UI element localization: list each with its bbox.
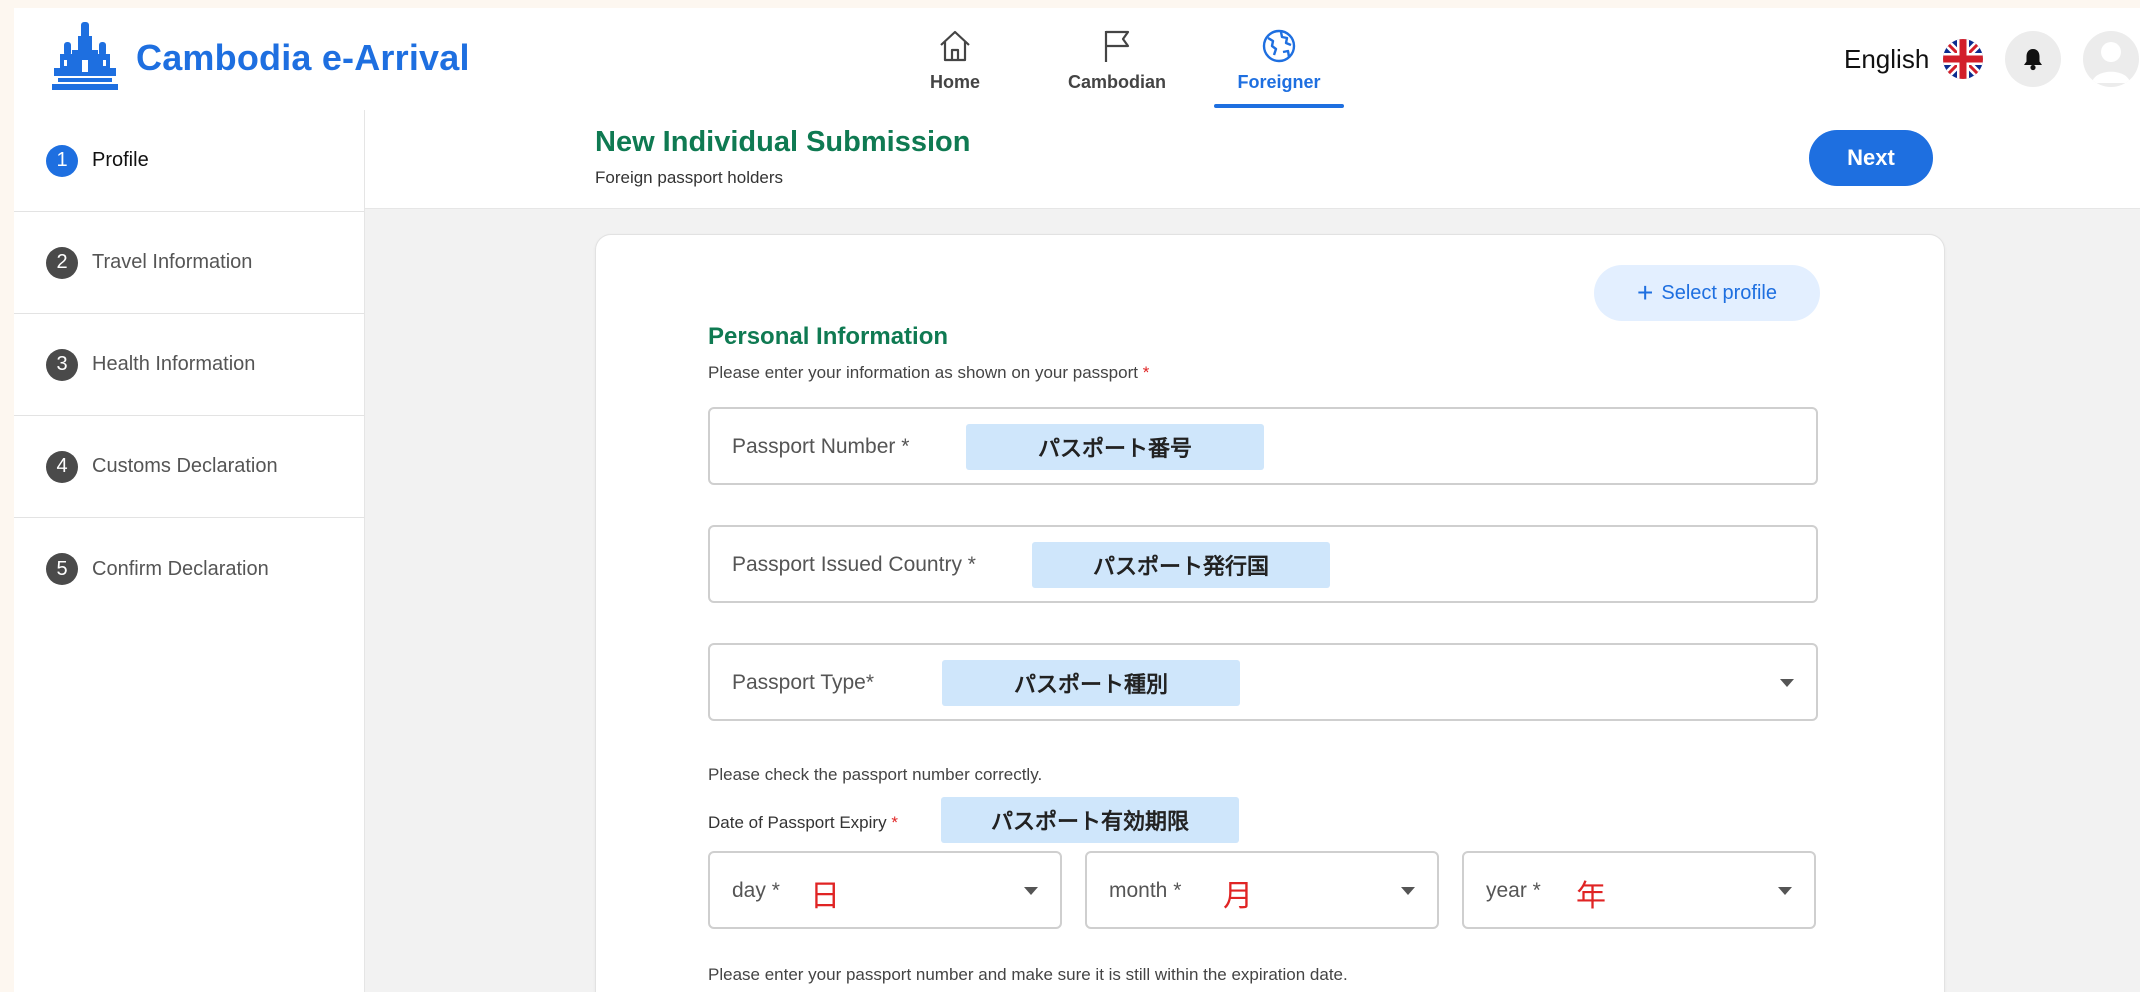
section-note-text: Please enter your information as shown o…: [708, 363, 1138, 382]
bell-icon: [2024, 49, 2043, 71]
step-label: Profile: [92, 149, 149, 171]
language-selector[interactable]: English: [1844, 44, 1929, 75]
passport-number-annotation: パスポート番号: [966, 424, 1264, 470]
header-actions: English: [1844, 8, 2140, 110]
passport-type-select[interactable]: Passport Type* パスポート種別: [708, 643, 1818, 721]
chevron-down-icon: [1401, 887, 1415, 895]
user-silhouette-icon: [2092, 42, 2131, 83]
passport-number-field[interactable]: Passport Number * パスポート番号: [708, 407, 1818, 485]
step-number: 1: [46, 144, 78, 177]
globe-icon: [1262, 29, 1296, 62]
expiry-year-select[interactable]: year * 年: [1462, 851, 1816, 929]
month-annotation: 月: [1223, 880, 1253, 913]
day-annotation: 日: [810, 880, 840, 913]
chevron-down-icon: [1778, 887, 1792, 895]
page-subtitle: Foreign passport holders: [595, 168, 784, 187]
passport-type-annotation: パスポート種別: [942, 660, 1240, 706]
step-number: 4: [46, 450, 78, 483]
user-avatar[interactable]: [2083, 31, 2140, 87]
day-label: day *: [732, 879, 780, 902]
home-icon: [940, 30, 970, 61]
expiry-label-text: Date of Passport Expiry: [708, 813, 887, 832]
expiry-label: Date of Passport Expiry *: [708, 813, 898, 833]
step-label: Confirm Declaration: [92, 557, 269, 580]
page-title: New Individual Submission: [595, 126, 971, 158]
nav-home-label: Home: [929, 71, 980, 92]
step-customs-declaration[interactable]: 4 Customs Declaration: [14, 416, 364, 518]
step-label: Customs Declaration: [92, 455, 278, 477]
passport-check-hint: Please check the passport number correct…: [708, 765, 1043, 784]
next-button[interactable]: Next: [1809, 130, 1933, 186]
year-annotation: 年: [1576, 880, 1606, 913]
main-nav: Home Cambodian Foreigner: [874, 8, 1360, 110]
nav-cambodian-label: Cambodian: [1067, 71, 1166, 92]
step-confirm-declaration[interactable]: 5 Confirm Declaration: [14, 518, 364, 620]
passport-type-label: Passport Type*: [732, 671, 875, 694]
select-profile-button[interactable]: + Select profile: [1594, 265, 1820, 321]
angkor-wat-logo: [52, 22, 118, 90]
chevron-down-icon: [1024, 887, 1038, 895]
step-number: 3: [46, 348, 78, 381]
nav-cambodian[interactable]: Cambodian: [1036, 8, 1198, 110]
nav-foreigner[interactable]: Foreigner: [1198, 8, 1360, 110]
step-travel-information[interactable]: 2 Travel Information: [14, 212, 364, 314]
chevron-down-icon: [1780, 679, 1794, 687]
brand-title: Cambodia e-Arrival: [136, 37, 470, 78]
section-title: Personal Information: [708, 323, 949, 350]
expiry-hint: Please enter your passport number and ma…: [708, 965, 1348, 984]
passport-number-label: Passport Number *: [732, 435, 910, 458]
passport-issued-country-field[interactable]: Passport Issued Country * パスポート発行国: [708, 525, 1818, 603]
step-number: 2: [46, 246, 78, 279]
personal-info-card: + Select profile Personal Information Pl…: [595, 234, 1945, 992]
uk-flag-icon[interactable]: [1943, 39, 1984, 79]
step-number: 5: [46, 553, 78, 585]
app-window: Cambodia e-Arrival Home Cambodian Foreig…: [14, 8, 2140, 992]
passport-issued-country-annotation: パスポート発行国: [1032, 542, 1330, 588]
select-profile-label: Select profile: [1661, 281, 1777, 304]
top-header: Cambodia e-Arrival Home Cambodian Foreig…: [14, 8, 2140, 111]
section-note: Please enter your information as shown o…: [708, 363, 1149, 383]
step-sidebar: 1 Profile 2 Travel Information 3 Health …: [14, 110, 365, 992]
expiry-month-select[interactable]: month * 月: [1085, 851, 1439, 929]
active-tab-indicator: [1214, 104, 1344, 108]
step-label: Health Information: [92, 353, 256, 375]
required-asterisk: *: [891, 813, 898, 832]
step-profile[interactable]: 1 Profile: [14, 110, 364, 212]
notifications-button[interactable]: [2005, 31, 2062, 87]
flag-icon: [1104, 30, 1130, 62]
expiry-annotation: パスポート有効期限: [941, 797, 1239, 843]
required-asterisk: *: [1142, 363, 1150, 382]
step-label: Travel Information: [92, 251, 253, 273]
step-health-information[interactable]: 3 Health Information: [14, 314, 364, 416]
submission-header: New Individual Submission Foreign passpo…: [365, 110, 2140, 209]
month-label: month *: [1109, 879, 1182, 902]
plus-icon: +: [1637, 277, 1654, 308]
year-label: year *: [1486, 879, 1541, 902]
passport-issued-country-label: Passport Issued Country *: [732, 553, 976, 576]
brand[interactable]: Cambodia e-Arrival: [50, 18, 470, 98]
nav-foreigner-label: Foreigner: [1237, 71, 1321, 92]
nav-home[interactable]: Home: [874, 8, 1036, 110]
expiry-day-select[interactable]: day * 日: [708, 851, 1062, 929]
